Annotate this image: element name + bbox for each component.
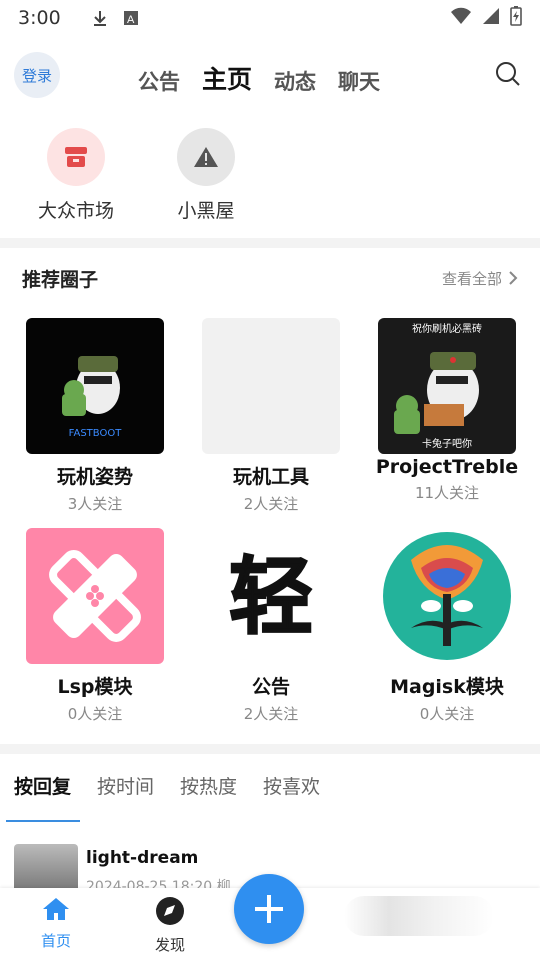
quick-item-label: 小黑屋: [177, 200, 235, 222]
status-bar: 3:00 A: [0, 0, 540, 36]
section-header: 推荐圈子 查看全部: [22, 262, 518, 294]
circle-card[interactable]: 玩机工具 2人关注: [186, 318, 356, 514]
circle-followers: 0人关注: [419, 705, 475, 723]
tab-moments[interactable]: 动态: [274, 66, 316, 96]
nav-discover-label: 发现: [154, 936, 185, 954]
sort-tab-like[interactable]: 按喜欢: [263, 772, 320, 799]
circle-card[interactable]: Magisk模块 0人关注: [362, 528, 532, 724]
quick-entries: 大众市场 小黑屋: [0, 128, 540, 228]
avatar[interactable]: [14, 844, 78, 892]
sort-tabs: 按回复 按时间 按热度 按喜欢: [14, 772, 320, 799]
circle-name: 公告: [251, 676, 290, 698]
tab-chat[interactable]: 聊天: [338, 66, 380, 96]
sort-tab-time[interactable]: 按时间: [97, 772, 154, 799]
post-author: light-dream: [86, 848, 199, 868]
circle-name: Magisk模块: [390, 676, 504, 698]
svg-text:轻: 轻: [229, 548, 313, 646]
qing-icon: 轻: [202, 528, 340, 664]
bandage-icon: [26, 528, 164, 664]
svg-text:FASTBOOT: FASTBOOT: [69, 428, 123, 439]
section-title: 推荐圈子: [22, 268, 99, 291]
tab-home[interactable]: 主页: [202, 60, 252, 96]
plus-icon: [255, 895, 283, 923]
circle-followers: 11人关注: [414, 484, 480, 502]
main-tabs: 公告 主页 动态 聊天: [138, 60, 380, 96]
signal-icon: [482, 7, 500, 30]
circle-card[interactable]: FASTBOOT 玩机姿势 3人关注: [10, 318, 180, 514]
circle-card[interactable]: Lsp模块 0人关注: [10, 528, 180, 724]
fastboot-image: FASTBOOT: [26, 318, 164, 454]
image-caption-top: 祝你刷机必黑砖: [412, 324, 482, 335]
sort-tab-hot[interactable]: 按热度: [180, 772, 237, 799]
svg-text:A: A: [127, 14, 135, 26]
download-icon: [91, 9, 109, 27]
circle-card[interactable]: 轻 公告 2人关注: [186, 528, 356, 724]
blank-image: [202, 318, 340, 454]
nav-home-label: 首页: [40, 932, 71, 950]
image-caption-bottom: 卡兔子吧你: [422, 439, 472, 450]
divider: [0, 238, 540, 248]
circle-followers: 2人关注: [243, 705, 299, 723]
circle-name: 玩机工具: [232, 466, 309, 488]
quick-item-blackroom[interactable]: 小黑屋: [146, 128, 266, 223]
blurred-overlay: [344, 896, 494, 936]
magisk-icon: [378, 528, 516, 664]
compass-icon: [156, 897, 184, 925]
sort-tab-reply[interactable]: 按回复: [14, 772, 71, 799]
add-post-button[interactable]: [234, 874, 304, 944]
nav-home[interactable]: 首页: [26, 896, 86, 951]
wifi-icon: [450, 7, 472, 30]
circle-card[interactable]: 祝你刷机必黑砖 卡兔子吧你 ProjectTreble 11人关注: [362, 318, 532, 503]
circle-name: Lsp模块: [57, 676, 133, 698]
rabbit-image: 祝你刷机必黑砖 卡兔子吧你: [378, 318, 516, 454]
battery-icon: [510, 5, 522, 31]
chevron-right-icon: [509, 271, 518, 285]
nav-discover[interactable]: 发现: [140, 896, 200, 955]
circle-name: 玩机姿势: [56, 466, 133, 488]
quick-item-market[interactable]: 大众市场: [16, 128, 136, 223]
login-button[interactable]: 登录: [14, 52, 60, 98]
circle-followers: 0人关注: [67, 705, 123, 723]
circle-followers: 2人关注: [243, 495, 299, 513]
divider: [0, 744, 540, 754]
tab-announcement[interactable]: 公告: [138, 66, 180, 96]
quick-item-label: 大众市场: [37, 200, 114, 222]
store-icon: [47, 128, 105, 186]
circle-name: ProjectTreble: [375, 456, 519, 478]
text-icon: A: [123, 10, 139, 26]
search-icon[interactable]: [494, 60, 522, 92]
top-navigation: 登录 公告 主页 动态 聊天: [0, 48, 540, 104]
view-all-link[interactable]: 查看全部: [442, 268, 518, 289]
status-time: 3:00: [18, 7, 61, 29]
active-tab-indicator: [6, 820, 80, 822]
warning-icon: [177, 128, 235, 186]
circle-followers: 3人关注: [67, 495, 123, 513]
home-icon: [43, 898, 69, 920]
view-all-label: 查看全部: [441, 269, 502, 288]
